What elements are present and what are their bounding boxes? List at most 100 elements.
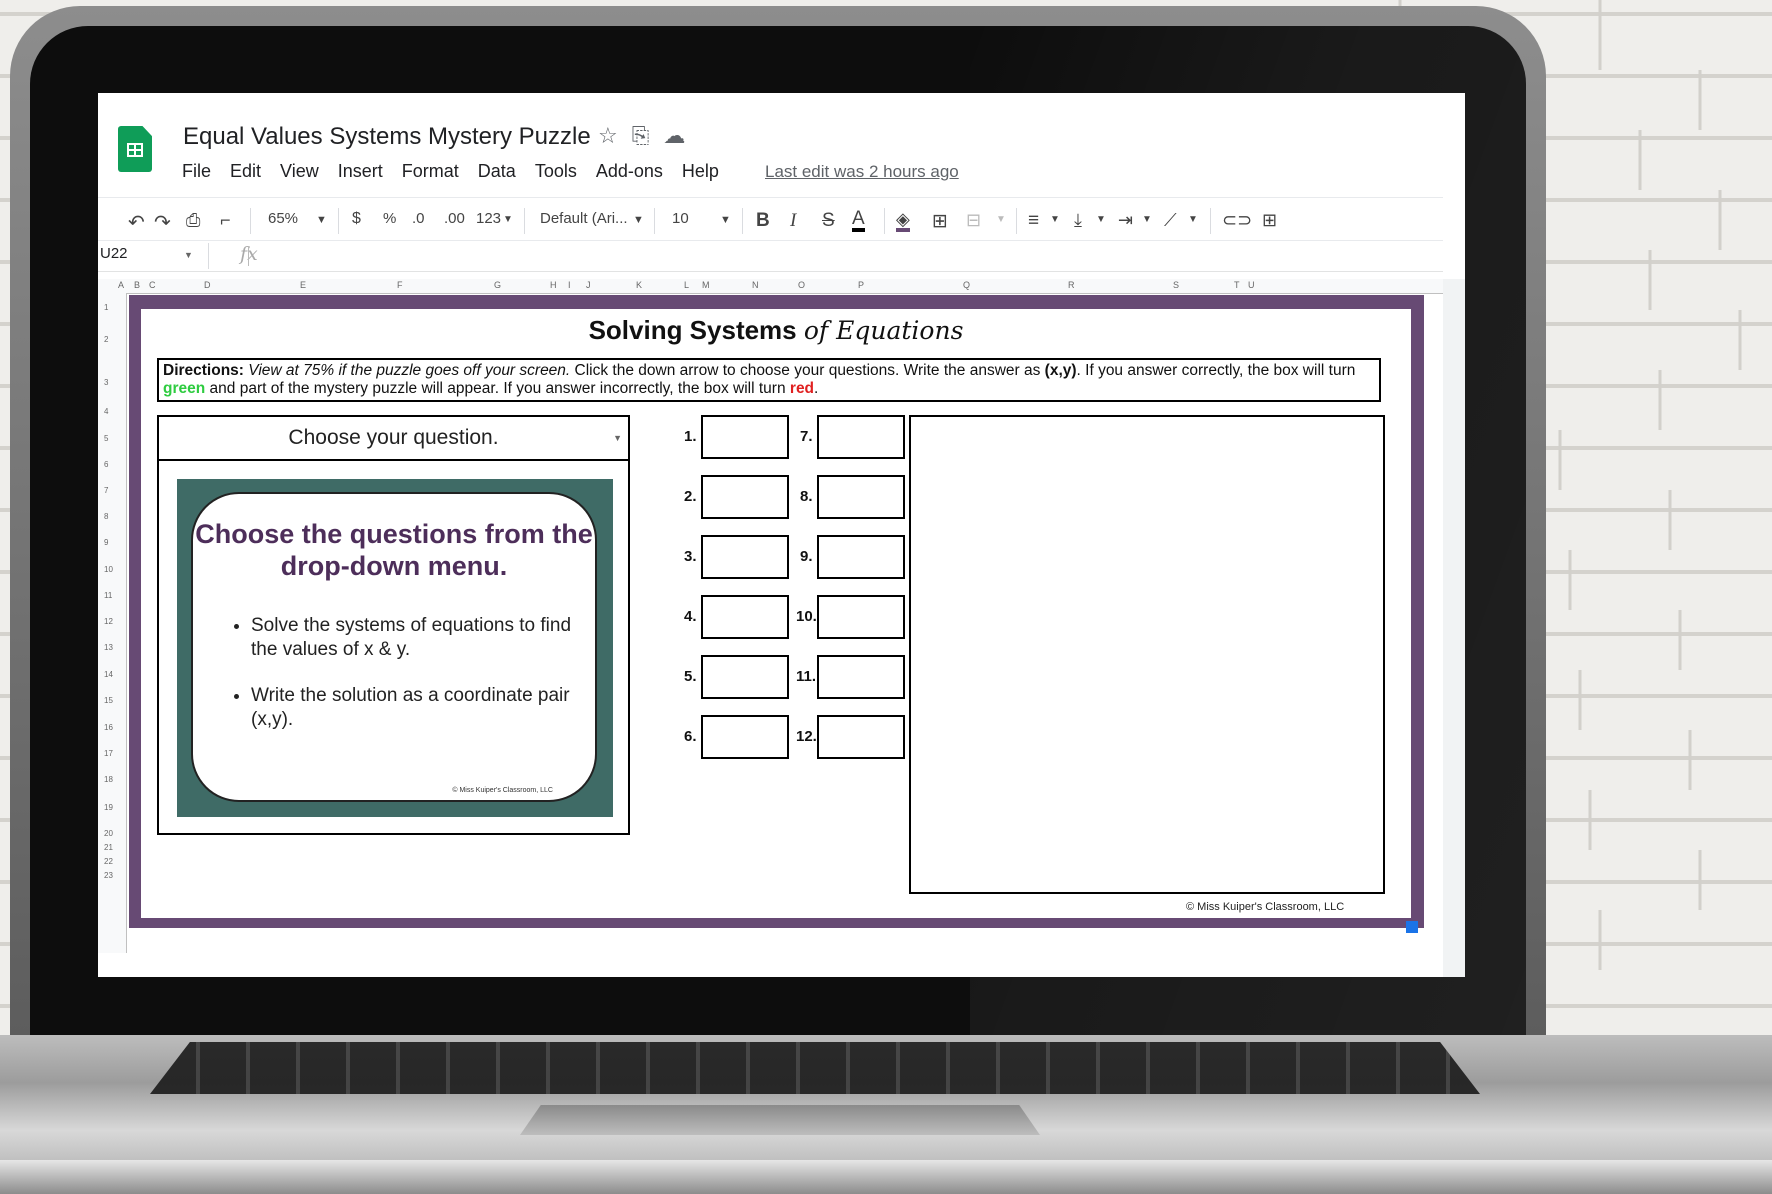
- menu-insert[interactable]: Insert: [338, 161, 383, 182]
- row-header[interactable]: 14: [104, 670, 113, 679]
- vertical-align-icon[interactable]: ⤓: [1074, 210, 1082, 231]
- fill-color-icon[interactable]: ◈: [896, 210, 910, 232]
- row-header[interactable]: 21: [104, 843, 113, 852]
- cell-reference[interactable]: U22: [100, 245, 128, 262]
- answer-box-12[interactable]: [817, 715, 905, 759]
- column-header[interactable]: J: [586, 280, 591, 290]
- row-header[interactable]: 6: [104, 460, 108, 469]
- answer-box-8[interactable]: [817, 475, 905, 519]
- sheets-logo-icon[interactable]: [118, 126, 152, 172]
- italic-button[interactable]: I: [790, 210, 796, 232]
- zoom-select[interactable]: 65%: [268, 210, 298, 227]
- row-header[interactable]: 16: [104, 723, 113, 732]
- column-header[interactable]: F: [397, 280, 403, 290]
- row-header[interactable]: 7: [104, 486, 108, 495]
- column-header[interactable]: T: [1234, 280, 1240, 290]
- number-format-chevron-icon[interactable]: ▼: [503, 214, 513, 225]
- align-left-icon[interactable]: ≡: [1028, 210, 1039, 232]
- font-chevron-icon[interactable]: ▼: [633, 214, 644, 226]
- answer-box-11[interactable]: [817, 655, 905, 699]
- column-header[interactable]: I: [568, 280, 571, 290]
- insert-link-icon[interactable]: ⊂⊃: [1222, 210, 1252, 231]
- row-header[interactable]: 11: [104, 591, 112, 600]
- answer-box-3[interactable]: [701, 535, 789, 579]
- percent-button[interactable]: %: [383, 210, 396, 227]
- column-header[interactable]: R: [1068, 280, 1075, 290]
- column-header[interactable]: Q: [963, 280, 970, 290]
- redo-icon[interactable]: ↷: [154, 210, 171, 235]
- row-header[interactable]: 3: [104, 378, 108, 387]
- column-header[interactable]: O: [798, 280, 805, 290]
- menu-help[interactable]: Help: [682, 161, 719, 182]
- menu-add-ons[interactable]: Add-ons: [596, 161, 663, 182]
- align-chevron-icon[interactable]: ▼: [1050, 214, 1060, 225]
- row-header[interactable]: 12: [104, 617, 113, 626]
- move-to-folder-icon[interactable]: ⎘: [632, 123, 650, 149]
- row-header[interactable]: 20: [104, 829, 113, 838]
- column-header[interactable]: L: [684, 280, 689, 290]
- answer-box-5[interactable]: [701, 655, 789, 699]
- answer-box-4[interactable]: [701, 595, 789, 639]
- row-header[interactable]: 23: [104, 871, 113, 880]
- menu-edit[interactable]: Edit: [230, 161, 261, 182]
- row-header[interactable]: 2: [104, 335, 108, 344]
- star-icon[interactable]: ☆: [598, 123, 618, 149]
- question-dropdown[interactable]: Choose your question. ▼: [159, 417, 628, 461]
- font-size-select[interactable]: 10: [672, 210, 689, 227]
- answer-box-2[interactable]: [701, 475, 789, 519]
- document-title[interactable]: Equal Values Systems Mystery Puzzle: [183, 123, 591, 151]
- answer-box-6[interactable]: [701, 715, 789, 759]
- column-header[interactable]: E: [300, 280, 306, 290]
- insert-comment-icon[interactable]: ⊞: [1262, 210, 1277, 231]
- merge-cells-icon[interactable]: ⊟: [966, 210, 981, 231]
- row-header[interactable]: 18: [104, 775, 113, 784]
- cell-reference-chevron-icon[interactable]: ▼: [184, 250, 193, 260]
- menu-tools[interactable]: Tools: [535, 161, 577, 182]
- paint-format-icon[interactable]: ⌐: [220, 210, 231, 231]
- column-header[interactable]: C: [149, 280, 156, 290]
- dropdown-chevron-icon[interactable]: ▼: [613, 417, 622, 459]
- last-edit-link[interactable]: Last edit was 2 hours ago: [765, 162, 959, 182]
- font-select[interactable]: Default (Ari...: [540, 210, 628, 227]
- column-header[interactable]: K: [636, 280, 642, 290]
- row-header[interactable]: 4: [104, 407, 108, 416]
- row-header[interactable]: 8: [104, 512, 108, 521]
- decrease-decimal-button[interactable]: .0: [412, 210, 425, 227]
- row-header[interactable]: 5: [104, 434, 108, 443]
- answer-box-10[interactable]: [817, 595, 905, 639]
- row-header[interactable]: 19: [104, 803, 113, 812]
- print-icon[interactable]: ⎙: [186, 210, 200, 231]
- menu-view[interactable]: View: [280, 161, 319, 182]
- column-header[interactable]: B: [134, 280, 140, 290]
- text-wrap-chevron-icon[interactable]: ▼: [1142, 214, 1152, 225]
- row-header[interactable]: 15: [104, 696, 113, 705]
- undo-icon[interactable]: ↶: [128, 210, 145, 235]
- text-color-button[interactable]: A: [852, 209, 865, 232]
- strikethrough-button[interactable]: S: [822, 210, 835, 232]
- column-header[interactable]: A: [118, 280, 124, 290]
- selection-handle[interactable]: [1406, 921, 1418, 933]
- menu-format[interactable]: Format: [402, 161, 459, 182]
- answer-box-9[interactable]: [817, 535, 905, 579]
- row-header[interactable]: 9: [104, 538, 108, 547]
- answer-box-7[interactable]: [817, 415, 905, 459]
- menu-file[interactable]: File: [182, 161, 211, 182]
- row-header[interactable]: 10: [104, 565, 113, 574]
- text-rotation-chevron-icon[interactable]: ▼: [1188, 214, 1198, 225]
- increase-decimal-button[interactable]: .00: [444, 210, 465, 227]
- formula-input[interactable]: [258, 243, 1418, 269]
- column-header[interactable]: U: [1248, 280, 1255, 290]
- column-header[interactable]: G: [494, 280, 501, 290]
- font-size-chevron-icon[interactable]: ▼: [720, 214, 731, 226]
- column-header[interactable]: P: [858, 280, 864, 290]
- currency-button[interactable]: $: [352, 210, 361, 228]
- vertical-align-chevron-icon[interactable]: ▼: [1096, 214, 1106, 225]
- row-header[interactable]: 22: [104, 857, 113, 866]
- text-wrap-icon[interactable]: ⇥: [1118, 210, 1133, 231]
- text-rotation-icon[interactable]: ⟋: [1164, 210, 1177, 231]
- zoom-chevron-down-icon[interactable]: ▼: [316, 214, 327, 226]
- row-header[interactable]: 1: [104, 303, 108, 312]
- merge-chevron-icon[interactable]: ▼: [996, 214, 1006, 225]
- column-header[interactable]: N: [752, 280, 759, 290]
- answer-box-1[interactable]: [701, 415, 789, 459]
